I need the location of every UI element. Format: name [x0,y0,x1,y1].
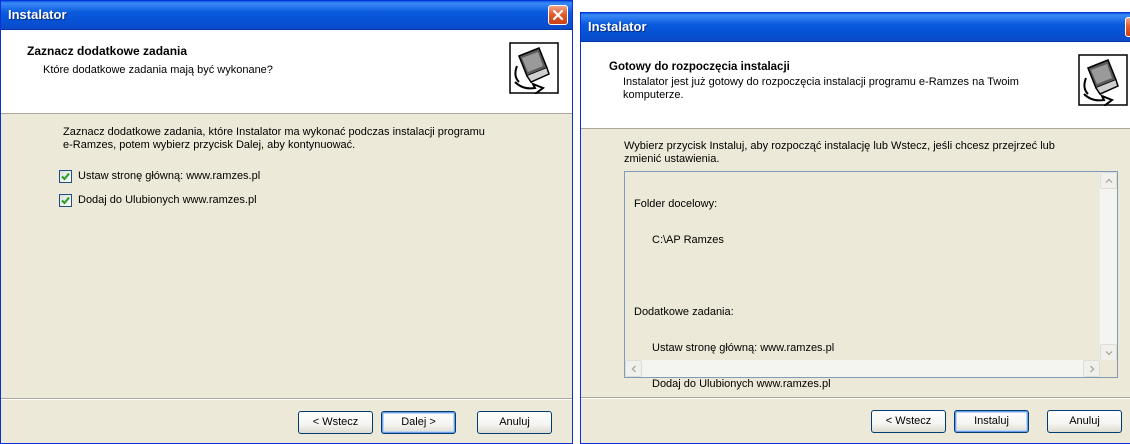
installer-window-ready: Instalator Gotowy do rozpoczęcia instala… [580,12,1130,444]
scrollbar-corner [1100,360,1117,377]
checkbox-label: Dodaj do Ulubionych www.ramzes.pl [78,194,257,206]
checkbox-add-favorites[interactable]: Dodaj do Ulubionych www.ramzes.pl [59,192,257,208]
instructions-line-2: e-Ramzes, potem wybierz przycisk Dalej, … [63,139,356,151]
folder-label: Folder docelowy: [634,198,718,210]
cancel-button[interactable]: Anuluj [1047,410,1122,433]
folder-value: C:\AP Ramzes [652,234,724,246]
next-button[interactable]: Dalej > [381,411,456,434]
task-item: Ustaw stronę główną: www.ramzes.pl [652,342,835,354]
instructions-line-2: zmienić ustawienia. [624,153,720,165]
header-subtitle-line-1: Instalator jest już gotowy do rozpoczęci… [623,76,1019,88]
chevron-right-icon [1089,365,1095,373]
instructions-line-1: Zaznacz dodatkowe zadania, które Instala… [63,126,485,138]
scroll-right-button[interactable] [1083,360,1100,377]
memo-blank-line [634,270,834,282]
back-button[interactable]: < Wstecz [871,410,946,433]
back-button[interactable]: < Wstecz [298,411,373,434]
instructions-text: Zaznacz dodatkowe zadania, które Instala… [63,126,553,152]
chevron-down-icon [1105,350,1113,356]
checkbox-label: Ustaw stronę główną: www.ramzes.pl [78,170,261,182]
header-subtitle-line-2: komputerze. [623,89,684,101]
tasks-label: Dodatkowe zadania: [634,306,734,318]
checkbox[interactable] [59,193,72,207]
header-title: Gotowy do rozpoczęcia instalacji [609,61,790,73]
installer-window-tasks: Instalator Zaznacz dodatkowe zadania Któ… [0,0,573,444]
wizard-header: Gotowy do rozpoczęcia instalacji Instala… [581,42,1130,129]
instructions-text: Wybierz przycisk Instaluj, aby rozpocząć… [624,140,1124,166]
checkmark-icon [61,172,70,180]
close-button[interactable] [1125,17,1130,37]
summary-memo[interactable]: Folder docelowy: C:\AP Ramzes Dodatkowe … [624,171,1118,390]
close-button[interactable] [548,5,568,25]
title-bar[interactable]: Instalator [581,13,1130,42]
vertical-scrollbar[interactable] [1099,172,1117,361]
cancel-button[interactable]: Anuluj [477,411,552,434]
close-icon [552,9,564,21]
scroll-left-button[interactable] [625,360,642,377]
checkbox-set-homepage[interactable]: Ustaw stronę główną: www.ramzes.pl [59,168,260,184]
wizard-header: Zaznacz dodatkowe zadania Które dodatkow… [1,30,572,114]
footer-divider [1,398,572,400]
window-title: Instalator [8,7,67,22]
scroll-up-button[interactable] [1100,172,1117,189]
footer-divider [581,397,1130,399]
title-bar[interactable]: Instalator [1,1,572,30]
checkmark-icon [61,196,70,204]
header-subtitle: Które dodatkowe zadania mają być wykonan… [43,64,273,76]
task-item: Dodaj do Ulubionych www.ramzes.pl [652,378,831,390]
header-subtitle: Instalator jest już gotowy do rozpoczęci… [623,76,1073,102]
summary-text: Folder docelowy: C:\AP Ramzes Dodatkowe … [634,174,834,414]
instructions-line-1: Wybierz przycisk Instaluj, aby rozpocząć… [624,140,1055,152]
installer-computer-icon [1078,54,1128,106]
installer-computer-icon [509,42,559,94]
horizontal-scrollbar[interactable] [625,360,1100,377]
header-title: Zaznacz dodatkowe zadania [27,44,188,58]
checkbox[interactable] [59,169,72,183]
install-button[interactable]: Instaluj [954,410,1029,433]
chevron-up-icon [1105,178,1113,184]
window-title: Instalator [588,19,647,34]
chevron-left-icon [631,365,637,373]
scroll-down-button[interactable] [1100,344,1117,361]
